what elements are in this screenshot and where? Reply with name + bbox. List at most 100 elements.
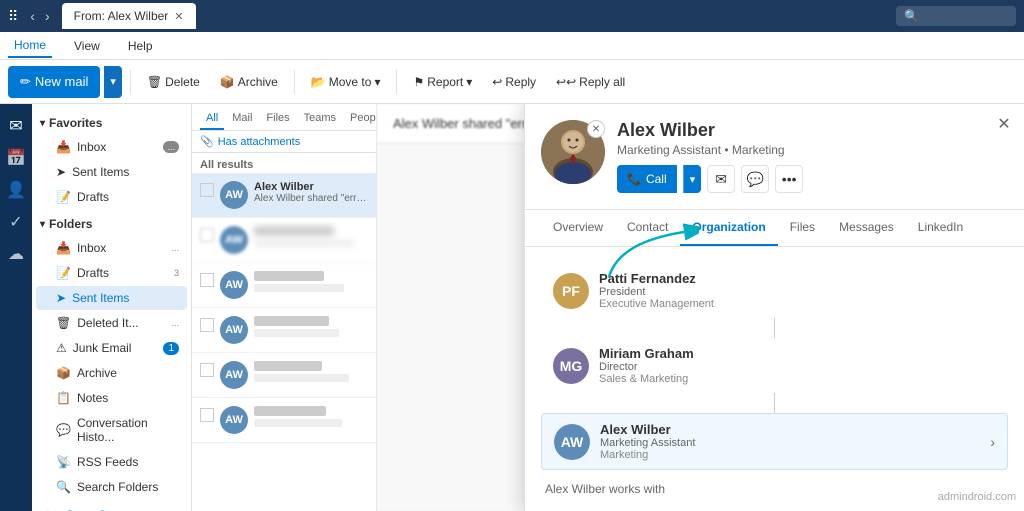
nav-contacts-icon[interactable]: 👤	[2, 176, 30, 204]
more-action-button[interactable]: •••	[775, 165, 803, 193]
search-result-2[interactable]: AW	[192, 263, 376, 308]
result-checkbox-4[interactable]	[200, 363, 214, 377]
result-preview-5	[254, 419, 342, 427]
has-attachments-filter[interactable]: 📎 Has attachments	[192, 131, 376, 153]
sidebar-item-deleted[interactable]: 🗑 Deleted It... ...	[36, 311, 187, 335]
org-connector-1	[541, 318, 1008, 338]
search-result-4[interactable]: AW	[192, 353, 376, 398]
search-result-5[interactable]: AW	[192, 398, 376, 443]
reply-all-button[interactable]: ↩↩ Reply all	[548, 66, 633, 98]
forward-button[interactable]: ›	[41, 6, 54, 26]
nav-tasks-icon[interactable]: ✓	[2, 208, 30, 236]
tab-organization[interactable]: Organization	[680, 210, 777, 246]
profile-close-button[interactable]: ✕	[992, 112, 1016, 136]
sidebar-item-sent[interactable]: ➤ Sent Items	[36, 286, 187, 310]
colleague-isaiah[interactable]: IL Isaiah Langer Sales Rep	[858, 504, 1008, 511]
sidebar-item-search-folders[interactable]: 🔍 Search Folders	[36, 475, 187, 499]
result-avatar-0: AW	[220, 181, 248, 209]
reply-button[interactable]: ↩ Reply	[484, 66, 544, 98]
org-person-miriam[interactable]: MG Miriam Graham Director Sales & Market…	[541, 338, 1008, 393]
notes-icon: 📋	[56, 391, 71, 405]
report-icon: ⚑	[413, 75, 424, 89]
nav-onedrive-icon[interactable]: ☁	[2, 240, 30, 268]
sidebar-item-inbox-fav[interactable]: 📥 Inbox ...	[36, 135, 187, 159]
tab-teams[interactable]: Teams	[298, 108, 342, 130]
delete-icon: 🗑	[147, 75, 162, 89]
result-preview-0: Alex Wilber shared "error" wi...	[254, 193, 368, 204]
colleague-diego[interactable]: DS Diego Siciliani HR Manager	[699, 504, 849, 511]
search-bar[interactable]: 🔍	[896, 6, 1016, 26]
tab-all[interactable]: All	[200, 108, 224, 130]
archive-icon: 📦	[220, 75, 235, 89]
new-mail-button[interactable]: ✏ New mail	[8, 66, 100, 98]
sidebar-item-rss[interactable]: 📡 RSS Feeds	[36, 450, 187, 474]
search-result-3[interactable]: AW	[192, 308, 376, 353]
chat-action-button[interactable]: 💬	[741, 165, 769, 193]
menu-help[interactable]: Help	[122, 35, 159, 57]
result-checkbox-5[interactable]	[200, 408, 214, 422]
alex-dept: Marketing	[600, 449, 980, 461]
search-result-0[interactable]: AW Alex Wilber Alex Wilber shared "error…	[192, 173, 376, 218]
result-checkbox-1[interactable]	[200, 228, 214, 242]
remove-photo-button[interactable]: ✕	[587, 120, 605, 138]
tab-linkedin[interactable]: LinkedIn	[906, 210, 975, 246]
sidebar-item-notes[interactable]: 📋 Notes	[36, 386, 187, 410]
folders-header[interactable]: ▾ Folders	[32, 213, 191, 235]
deleted-icon: 🗑	[56, 316, 71, 330]
sidebar-item-inbox[interactable]: 📥 Inbox ...	[36, 236, 187, 260]
sidebar-item-convhist[interactable]: 💬 Conversation Histo...	[36, 411, 187, 449]
sidebar-item-drafts[interactable]: 📝 Drafts 3	[36, 261, 187, 285]
profile-name: Alex Wilber	[617, 120, 1008, 141]
favorites-header[interactable]: ▾ Favorites	[32, 112, 191, 134]
nav-mail-icon[interactable]: ✉	[2, 112, 30, 140]
tab-from-alex[interactable]: From: Alex Wilber ✕	[62, 3, 196, 29]
delete-button[interactable]: 🗑 Delete	[139, 66, 208, 98]
result-checkbox-0[interactable]	[200, 183, 214, 197]
colleague-grady[interactable]: GA Grady Archie Designer	[541, 504, 691, 511]
tab-close-icon[interactable]: ✕	[174, 10, 183, 23]
tab-contact[interactable]: Contact	[615, 210, 680, 246]
report-button[interactable]: ⚑ Report ▾	[405, 66, 480, 98]
menu-view[interactable]: View	[68, 35, 106, 57]
search-icon: 🔍	[904, 9, 919, 23]
org-person-alex[interactable]: AW Alex Wilber Marketing Assistant Marke…	[541, 413, 1008, 470]
result-avatar-5: AW	[220, 406, 248, 434]
search-result-1[interactable]: AW	[192, 218, 376, 263]
email-action-button[interactable]: ✉	[707, 165, 735, 193]
junk-icon: ⚠	[56, 341, 67, 355]
call-dropdown-button[interactable]: ▾	[683, 165, 702, 193]
convhist-icon: 💬	[56, 423, 71, 437]
archive-button[interactable]: 📦 Archive	[212, 66, 286, 98]
result-checkbox-2[interactable]	[200, 273, 214, 287]
apps-icon[interactable]: ⠿	[8, 8, 18, 25]
new-mail-dropdown[interactable]: ▾	[104, 66, 122, 98]
menu-home[interactable]: Home	[8, 34, 52, 58]
call-button[interactable]: 📞 Call	[617, 165, 677, 193]
result-avatar-2: AW	[220, 271, 248, 299]
patti-role: President	[599, 286, 996, 298]
org-info-miriam: Miriam Graham Director Sales & Marketing	[599, 346, 996, 385]
searchfolder-icon: 🔍	[56, 480, 71, 494]
alex-expand-icon[interactable]: ›	[990, 434, 995, 450]
move-to-button[interactable]: 📂 Move to ▾	[303, 66, 389, 98]
nav-calendar-icon[interactable]: 📅	[2, 144, 30, 172]
patti-dept: Executive Management	[599, 298, 996, 310]
sidebar-item-junk[interactable]: ⚠ Junk Email 1	[36, 336, 187, 360]
search-panel: All Mail Files Teams People 📎 Has attach…	[192, 104, 377, 511]
result-checkbox-3[interactable]	[200, 318, 214, 332]
tab-files[interactable]: Files	[260, 108, 295, 130]
sidebar-item-drafts-fav[interactable]: 📝 Drafts	[36, 185, 187, 209]
main-layout: ✉ 📅 👤 ✓ ☁ ▾ Favorites 📥 Inbox ... ➤ Sent	[0, 104, 1024, 511]
back-button[interactable]: ‹	[26, 6, 39, 26]
org-person-patti[interactable]: PF Patti Fernandez President Executive M…	[541, 263, 1008, 318]
tab-messages[interactable]: Messages	[827, 210, 906, 246]
tab-people[interactable]: People	[344, 108, 376, 130]
toolbar-separator-2	[294, 70, 295, 94]
tab-overview[interactable]: Overview	[541, 210, 615, 246]
sidebar-item-sent-fav[interactable]: ➤ Sent Items	[36, 160, 187, 184]
tab-mail[interactable]: Mail	[226, 108, 258, 130]
tab-files[interactable]: Files	[778, 210, 827, 246]
sidebar-item-archive[interactable]: 📦 Archive	[36, 361, 187, 385]
inbox2-icon: 📥	[56, 241, 71, 255]
go-to-groups-link[interactable]: 👥 Go to Groups	[36, 503, 187, 511]
